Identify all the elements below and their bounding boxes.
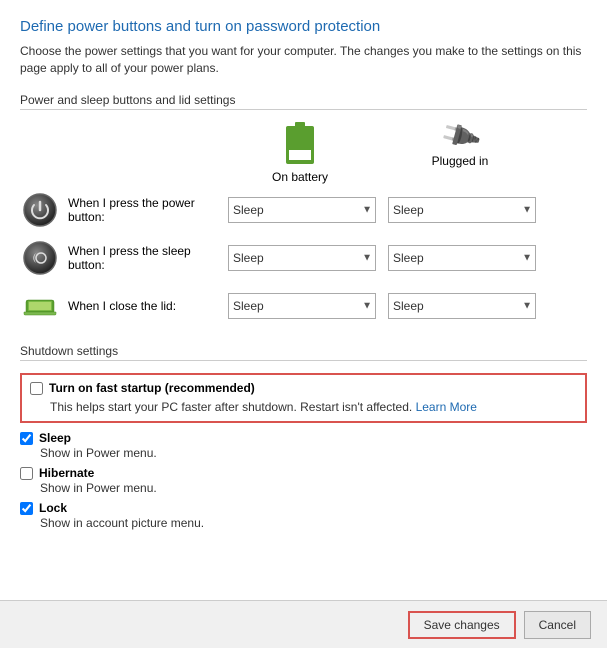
- column-headers: On battery 🔌 Plugged in: [220, 122, 587, 184]
- hibernate-checkbox[interactable]: [20, 467, 33, 480]
- lid-label: When I close the lid:: [68, 299, 228, 313]
- fast-startup-label[interactable]: Turn on fast startup (recommended): [49, 381, 255, 395]
- power-button-icon: [20, 190, 60, 230]
- sleep-button-row: When I press the sleep button: Sleep Hib…: [20, 238, 587, 278]
- power-battery-dropdown-container[interactable]: Sleep Hibernate Shut down Turn off the d…: [228, 197, 376, 223]
- lock-item-header: Lock: [20, 501, 587, 515]
- sleep-plugged-dropdown-container[interactable]: Sleep Hibernate Shut down Turn off the d…: [388, 245, 536, 271]
- page-title: Define power buttons and turn on passwor…: [20, 18, 587, 35]
- sleep-icon-svg: [22, 240, 58, 276]
- power-plugged-dropdown[interactable]: Sleep Hibernate Shut down Turn off the d…: [388, 197, 536, 223]
- lid-icon: [20, 286, 60, 326]
- shutdown-section-label: Shutdown settings: [20, 344, 587, 361]
- fast-startup-checkbox[interactable]: [30, 382, 43, 395]
- on-battery-header: On battery: [220, 122, 380, 184]
- power-icon-svg: [22, 192, 58, 228]
- sleep-checkbox[interactable]: [20, 432, 33, 445]
- power-button-row: When I press the power button: Sleep Hib…: [20, 190, 587, 230]
- fast-startup-row: Turn on fast startup (recommended): [30, 381, 577, 395]
- power-plugged-dropdown-container[interactable]: Sleep Hibernate Shut down Turn off the d…: [388, 197, 536, 223]
- hibernate-item: Hibernate Show in Power menu.: [20, 466, 587, 495]
- learn-more-link[interactable]: Learn More: [416, 400, 477, 414]
- sleep-button-icon: [20, 238, 60, 278]
- sleep-item: Sleep Show in Power menu.: [20, 431, 587, 460]
- sleep-item-header: Sleep: [20, 431, 587, 445]
- battery-icon: [286, 122, 314, 166]
- lock-item-desc: Show in account picture menu.: [40, 516, 587, 530]
- power-battery-dropdown[interactable]: Sleep Hibernate Shut down Turn off the d…: [228, 197, 376, 223]
- power-section: Power and sleep buttons and lid settings…: [20, 93, 587, 326]
- on-battery-label: On battery: [272, 170, 328, 184]
- sleep-battery-dropdown-container[interactable]: Sleep Hibernate Shut down Turn off the d…: [228, 245, 376, 271]
- lock-checkbox[interactable]: [20, 502, 33, 515]
- lock-item-label[interactable]: Lock: [39, 501, 67, 515]
- lid-plugged-dropdown-container[interactable]: Sleep Hibernate Shut down Turn off the d…: [388, 293, 536, 319]
- plug-icon: 🔌: [438, 115, 482, 157]
- sleep-item-desc: Show in Power menu.: [40, 446, 587, 460]
- fast-startup-desc: This helps start your PC faster after sh…: [50, 399, 577, 416]
- save-changes-button[interactable]: Save changes: [408, 611, 516, 639]
- hibernate-item-label[interactable]: Hibernate: [39, 466, 94, 480]
- power-button-label: When I press the power button:: [68, 196, 228, 224]
- page-container: Define power buttons and turn on passwor…: [0, 0, 607, 648]
- sleep-battery-dropdown[interactable]: Sleep Hibernate Shut down Turn off the d…: [228, 245, 376, 271]
- lock-item: Lock Show in account picture menu.: [20, 501, 587, 530]
- lid-battery-dropdown[interactable]: Sleep Hibernate Shut down Turn off the d…: [228, 293, 376, 319]
- sleep-item-label[interactable]: Sleep: [39, 431, 71, 445]
- sleep-plugged-dropdown[interactable]: Sleep Hibernate Shut down Turn off the d…: [388, 245, 536, 271]
- power-section-label: Power and sleep buttons and lid settings: [20, 93, 587, 110]
- shutdown-section: Shutdown settings Turn on fast startup (…: [20, 344, 587, 531]
- page-description: Choose the power settings that you want …: [20, 43, 587, 77]
- hibernate-item-header: Hibernate: [20, 466, 587, 480]
- fast-startup-box: Turn on fast startup (recommended) This …: [20, 373, 587, 424]
- lid-row: When I close the lid: Sleep Hibernate Sh…: [20, 286, 587, 326]
- bottom-bar: Save changes Cancel: [0, 600, 607, 648]
- lid-battery-dropdown-container[interactable]: Sleep Hibernate Shut down Turn off the d…: [228, 293, 376, 319]
- hibernate-item-desc: Show in Power menu.: [40, 481, 587, 495]
- sleep-button-label: When I press the sleep button:: [68, 244, 228, 272]
- plugged-in-label: Plugged in: [432, 154, 489, 168]
- plugged-in-header: 🔌 Plugged in: [380, 122, 540, 184]
- lid-icon-svg: [22, 288, 58, 324]
- lid-plugged-dropdown[interactable]: Sleep Hibernate Shut down Turn off the d…: [388, 293, 536, 319]
- cancel-button[interactable]: Cancel: [524, 611, 591, 639]
